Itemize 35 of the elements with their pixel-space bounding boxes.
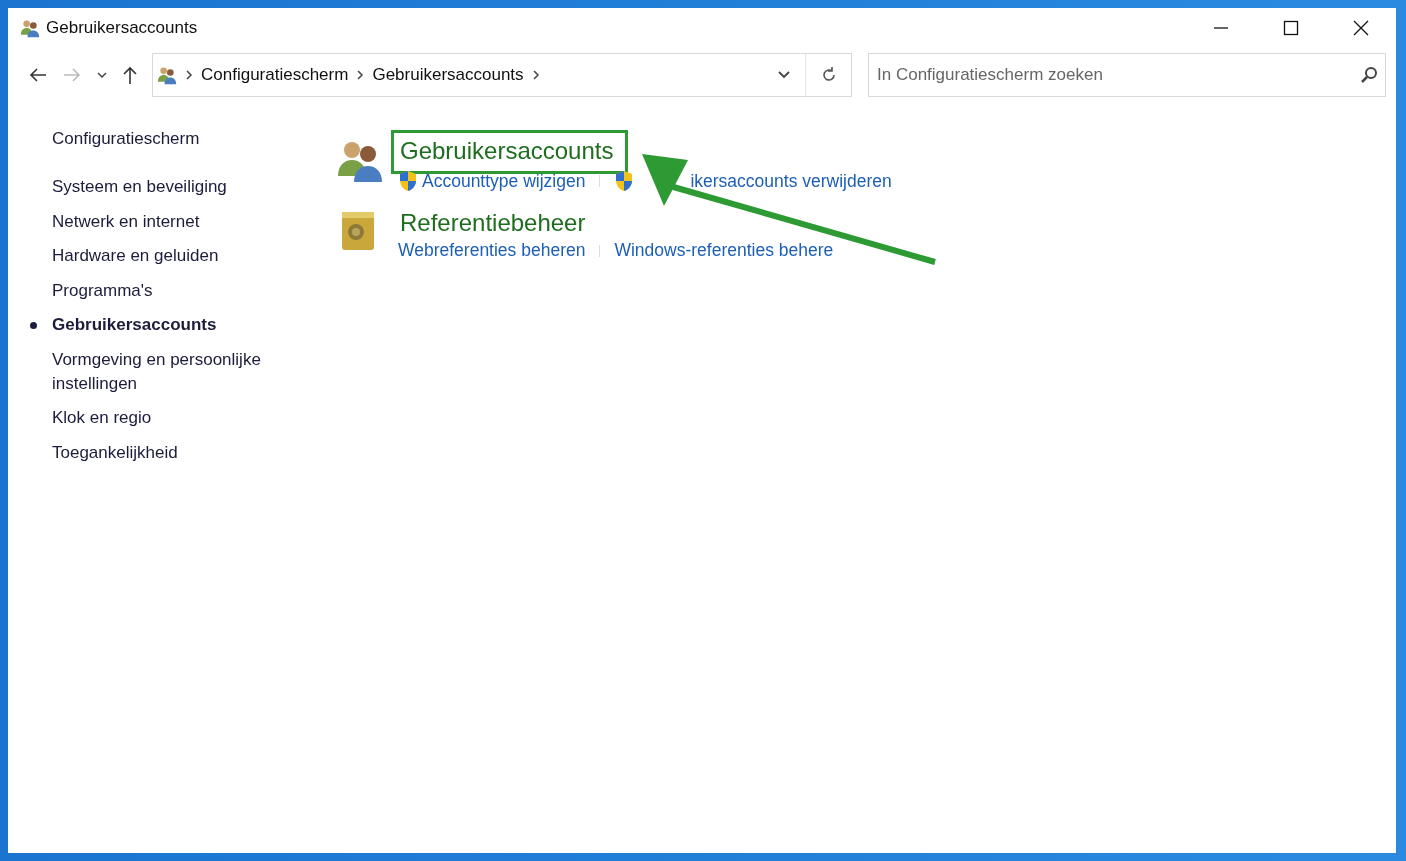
sidebar-item[interactable]: Klok en regio	[52, 406, 292, 430]
chevron-icon	[531, 69, 540, 81]
sidebar-item[interactable]: Gebruikersaccounts	[52, 313, 292, 337]
task-link[interactable]: Windows-referenties behere	[614, 240, 834, 261]
sidebar-item[interactable]: Programma's	[52, 278, 292, 303]
category-heading[interactable]: Referentiebeheer	[400, 208, 586, 238]
address-bar[interactable]: Configuratiescherm Gebruikersaccounts	[152, 53, 852, 97]
category-heading[interactable]: Gebruikersaccounts	[400, 136, 614, 166]
forward-arrow-icon	[62, 67, 82, 83]
minimize-icon	[1213, 27, 1229, 29]
sidebar-item[interactable]: Hardware en geluiden	[52, 244, 292, 268]
window-title: Gebruikersaccounts	[46, 18, 199, 38]
breadcrumb[interactable]: Configuratiescherm	[201, 65, 349, 85]
breadcrumb[interactable]: Gebruikersaccounts	[372, 65, 524, 85]
bullet-icon	[30, 321, 37, 329]
maximize-icon	[1283, 20, 1299, 36]
control-panel-home-link[interactable]: Configuratiescherm	[52, 129, 200, 149]
up-arrow-icon	[122, 65, 138, 85]
search-field[interactable]: In Configuratiescherm zoeken	[868, 53, 1386, 97]
chevron-down-icon	[777, 70, 791, 80]
back-arrow-icon	[28, 67, 48, 83]
sidebar-item[interactable]: Netwerk en internet	[52, 209, 292, 234]
users-icon	[20, 18, 40, 38]
task-link[interactable]: ikersaccounts verwijderen	[690, 170, 892, 192]
task-link[interactable]: Webreferenties beheren	[398, 240, 586, 261]
chevron-down-icon	[96, 70, 108, 80]
users-icon	[157, 65, 177, 85]
close-icon	[1353, 20, 1369, 36]
chevron-icon	[185, 69, 193, 81]
search-icon	[1360, 66, 1378, 84]
sidebar-item[interactable]: Vormgeving en persoonlijke instellingen	[52, 347, 292, 396]
task-link[interactable]: Accounttype wijzigen	[422, 170, 586, 192]
chevron-icon	[356, 69, 365, 81]
sidebar-item[interactable]: Systeem en beveiliging	[52, 175, 292, 199]
sidebar-item[interactable]: Toegankelijkheid	[52, 440, 292, 465]
